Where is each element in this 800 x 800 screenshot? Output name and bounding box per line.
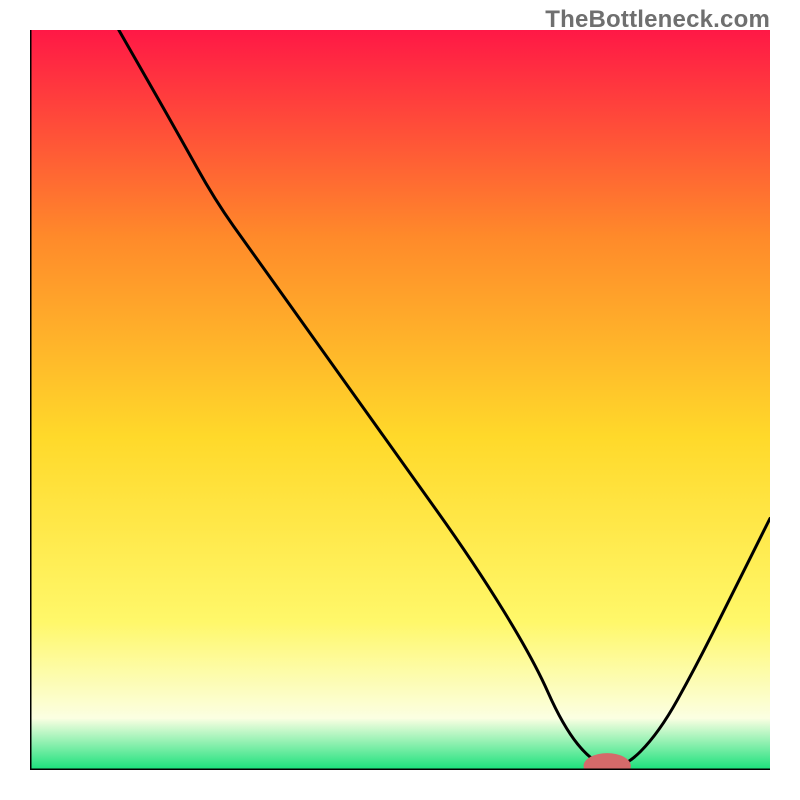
plot-area [30,30,770,770]
chart-stage: TheBottleneck.com [0,0,800,800]
gradient-background [30,30,770,770]
chart-svg [30,30,770,770]
